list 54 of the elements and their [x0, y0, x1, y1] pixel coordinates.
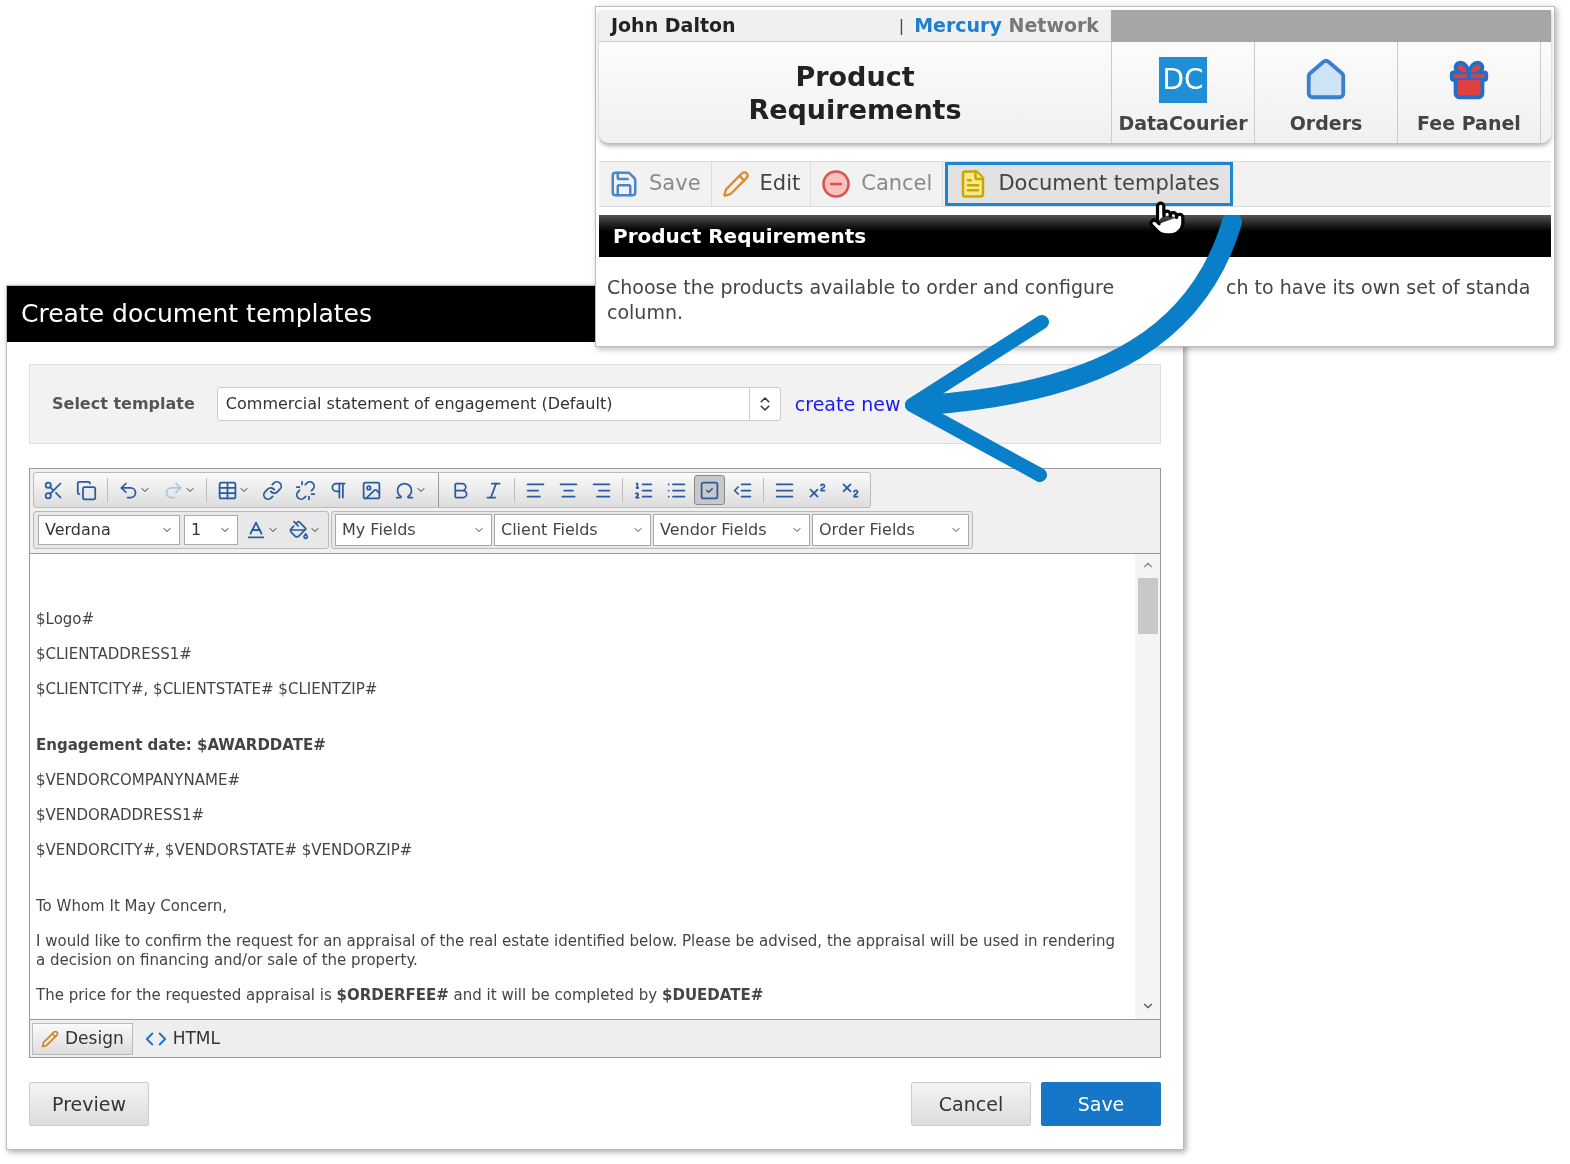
font-color-icon — [245, 519, 267, 541]
fields-dropdown[interactable]: Client Fields — [494, 514, 651, 546]
nav-tile[interactable]: DC DataCourier — [1111, 42, 1254, 143]
cut-icon — [43, 479, 64, 501]
dialog-button[interactable]: Preview — [29, 1082, 149, 1126]
pencil-icon — [41, 1029, 59, 1048]
editor-paragraph: $CLIENTADDRESS1# — [36, 645, 193, 664]
editor-paragraph: $VENDORADDRESS1# — [36, 806, 206, 825]
font-select[interactable]: Verdana — [38, 515, 180, 545]
editor-mode-tab[interactable]: HTML — [136, 1022, 228, 1055]
scrollbar[interactable] — [1135, 554, 1160, 1019]
copy-icon — [76, 479, 97, 501]
select-template-label: Select template — [52, 393, 195, 415]
dialog-title: Create document templates — [21, 298, 372, 331]
toolbar-button[interactable]: Document templates — [945, 162, 1233, 206]
nav-tile[interactable]: Orders — [1254, 42, 1397, 143]
unlink-icon — [295, 479, 316, 501]
editor-paragraph: The price for the requested appraisal is $ORDERFEE# and it will be completed by $DUEDATE# — [36, 986, 765, 1005]
user-name: John Dalton — [611, 13, 737, 39]
scroll-thumb[interactable] — [1137, 578, 1158, 634]
template-select[interactable]: Commercial statement of engagement (Default) — [216, 387, 781, 421]
paint-bucket-icon — [289, 520, 309, 540]
size-select[interactable]: 1 — [184, 515, 238, 545]
editor-paragraph: $VENDORCOMPANYNAME# — [36, 771, 241, 790]
image-icon — [361, 479, 382, 501]
editor-paragraph: $CLIENTCITY#, $CLIENTSTATE# $CLIENTZIP# — [36, 680, 379, 699]
nav-tile[interactable]: Fee Panel — [1397, 42, 1540, 143]
brand-name: Mercury Network — [914, 13, 1099, 39]
section-title: Product Requirements — [613, 223, 867, 250]
datacourier-logo: DC — [1159, 56, 1207, 103]
description-text: ch to have its own set of standa — [1226, 275, 1531, 300]
page-title: Product Requirements — [747, 59, 963, 126]
editor-mode-tab[interactable]: Design — [32, 1022, 133, 1055]
save-button[interactable]: Save — [1041, 1082, 1161, 1126]
editor-paragraph: To Whom It May Concern, — [36, 897, 229, 916]
editor-paragraph: $VENDORCITY#, $VENDORSTATE# $VENDORZIP# — [36, 841, 414, 860]
table-icon — [217, 479, 238, 501]
dialog-button[interactable]: Cancel — [911, 1082, 1031, 1126]
toolbar-button[interactable]: Edit — [711, 162, 812, 206]
editor-paragraph: $Logo# — [36, 610, 96, 629]
toggle-borders-button[interactable] — [694, 475, 725, 505]
editor-paragraph: Engagement date: $AWARDDATE# — [36, 736, 327, 755]
fields-dropdown[interactable]: Vendor Fields — [653, 514, 810, 546]
link-icon — [262, 479, 283, 501]
description-text: column. — [607, 300, 683, 325]
description-text: Choose the products available to order and configure — [607, 275, 1115, 300]
fields-dropdown[interactable]: My Fields — [335, 514, 492, 546]
checked-square-icon — [699, 479, 720, 501]
create-new-link[interactable]: create new — [794, 389, 901, 419]
editor-paragraph: I would like to confirm the request for an appraisal of the real estate identified below. Please be advised, the appraisal will be used in rendering a decision on financing and/or sale of the property. — [36, 932, 1116, 970]
no-entry-icon — [821, 169, 852, 199]
separator: | — [898, 14, 905, 37]
fields-dropdown[interactable]: Order Fields — [812, 514, 969, 546]
pencil-icon — [721, 170, 750, 198]
